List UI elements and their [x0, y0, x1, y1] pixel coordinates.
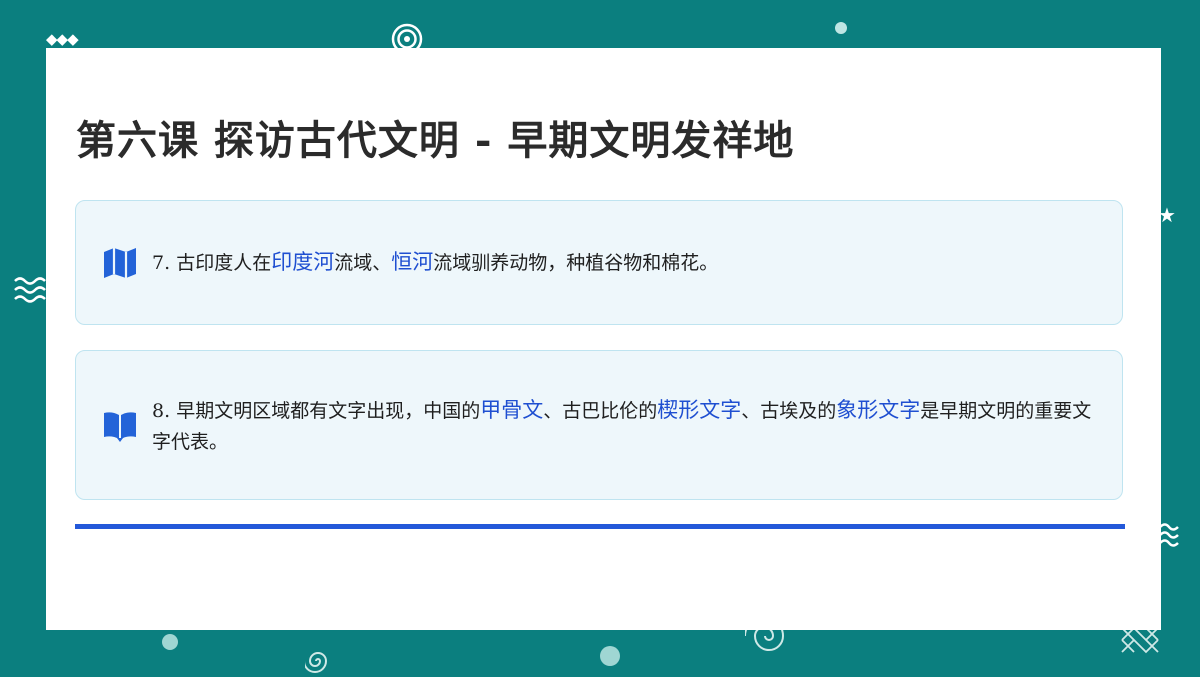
card-text-8: 8. 早期文明区域都有文字出现，中国的甲骨文、古巴比伦的楔形文字、古埃及的象形文… — [152, 395, 1092, 458]
slide-panel: 第六课 探访古代文明 - 早期文明发祥地 7. 古印度人在印度河流域、恒河流域驯… — [46, 48, 1161, 630]
open-book-icon — [102, 408, 138, 444]
highlight-term: 楔形文字 — [657, 398, 742, 422]
highlight-term: 印度河 — [271, 250, 335, 274]
card-text-7: 7. 古印度人在印度河流域、恒河流域驯养动物，种植谷物和棉花。 — [152, 247, 1092, 279]
waves-decoration-right — [1159, 522, 1179, 551]
waves-decoration — [13, 276, 47, 307]
divider-line — [75, 524, 1125, 529]
dot-decoration — [834, 21, 848, 38]
text-segment: 流域、 — [334, 252, 392, 274]
text-segment: 古印度人在 — [176, 252, 272, 274]
highlight-term: 恒河 — [391, 250, 434, 274]
text-segment: 、古巴比伦的 — [543, 400, 658, 422]
dot-decoration-bottom-left — [161, 633, 179, 654]
item-number: 7. — [152, 252, 171, 274]
content-card-8: 8. 早期文明区域都有文字出现，中国的甲骨文、古巴比伦的楔形文字、古埃及的象形文… — [75, 350, 1123, 500]
map-icon — [102, 245, 138, 281]
diamonds-decoration: ◆◆◆ — [46, 30, 79, 48]
text-segment: 、古埃及的 — [741, 400, 837, 422]
swirl-decoration-bottom — [303, 648, 331, 677]
dot-decoration-bottom — [599, 645, 621, 670]
slide-title: 第六课 探访古代文明 - 早期文明发祥地 — [76, 117, 795, 164]
text-segment: 早期文明区域都有文字出现，中国的 — [176, 400, 481, 422]
text-segment: 流域驯养动物，种植谷物和棉花。 — [433, 252, 719, 274]
content-card-7: 7. 古印度人在印度河流域、恒河流域驯养动物，种植谷物和棉花。 — [75, 200, 1123, 325]
item-number: 8. — [152, 400, 171, 422]
highlight-term: 甲骨文 — [480, 398, 544, 422]
swirl-decoration-bottom-center — [744, 616, 793, 663]
highlight-term: 象形文字 — [836, 398, 921, 422]
